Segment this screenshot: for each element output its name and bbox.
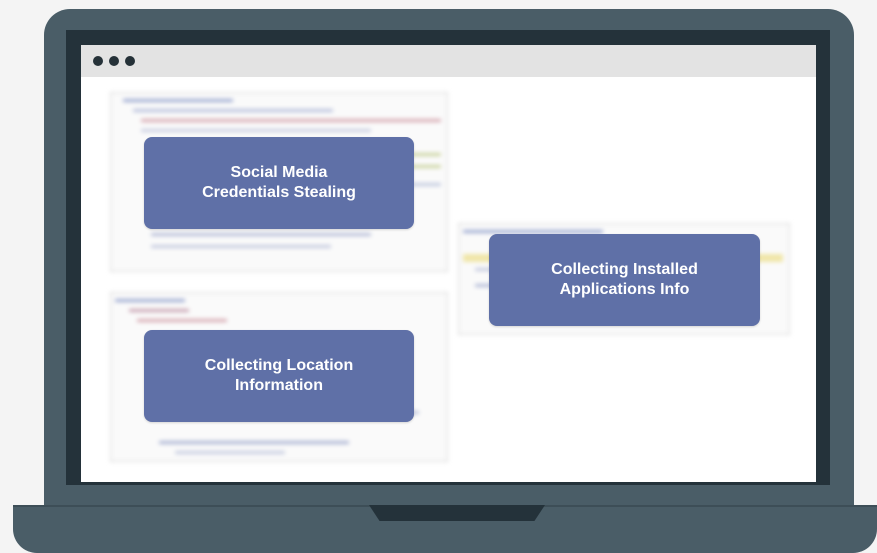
code-line	[123, 99, 233, 102]
code-line	[133, 109, 333, 112]
window-dot-icon[interactable]	[125, 56, 135, 66]
code-line	[411, 183, 441, 186]
code-line	[129, 309, 189, 312]
callout-label: Collecting Installed Applications Info	[551, 261, 698, 298]
code-line	[151, 245, 331, 248]
callout-label: Collecting Location Information	[204, 357, 354, 394]
code-line	[141, 129, 371, 132]
code-line	[137, 319, 227, 322]
code-line	[141, 119, 441, 122]
code-line	[411, 153, 441, 156]
callout-label: Social Media Credentials Stealing	[202, 164, 356, 201]
window-title-bar	[81, 45, 816, 77]
code-line	[463, 230, 603, 233]
laptop-notch	[369, 505, 545, 521]
window-dot-icon[interactable]	[93, 56, 103, 66]
code-line	[411, 165, 441, 168]
code-line	[175, 451, 285, 454]
browser-window: Social Media Credentials Stealing Collec…	[81, 45, 816, 482]
code-line	[159, 441, 349, 444]
location-information-callout: Collecting Location Information	[144, 330, 414, 422]
code-line	[151, 233, 371, 236]
social-media-credentials-callout: Social Media Credentials Stealing	[144, 137, 414, 229]
window-dot-icon[interactable]	[109, 56, 119, 66]
installed-applications-callout: Collecting Installed Applications Info	[489, 234, 760, 326]
code-line	[115, 299, 185, 302]
